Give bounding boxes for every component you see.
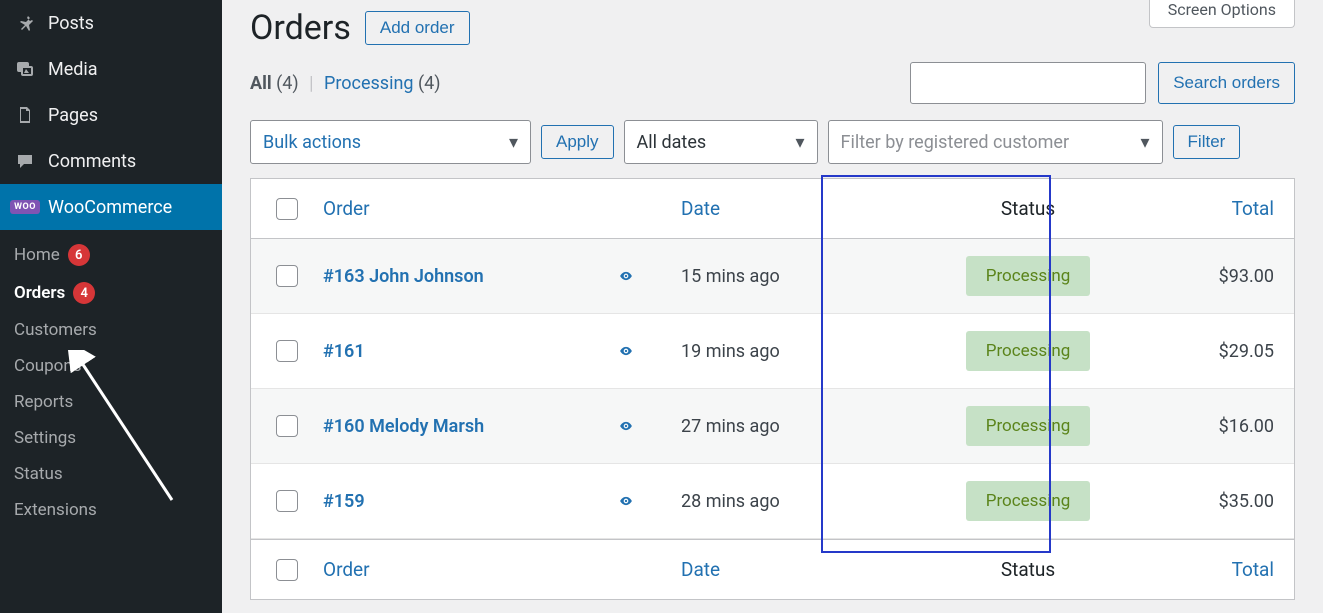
status-badge: Processing xyxy=(966,406,1091,446)
chevron-down-icon: ▾ xyxy=(795,132,804,153)
submenu-label: Status xyxy=(14,464,63,484)
submenu-label: Customers xyxy=(14,320,97,340)
search-input[interactable] xyxy=(910,62,1146,104)
submenu-label: Extensions xyxy=(14,500,97,520)
search-orders-button[interactable]: Search orders xyxy=(1158,62,1295,104)
add-order-button[interactable]: Add order xyxy=(365,11,470,45)
pages-icon xyxy=(14,104,36,126)
page-header: Orders Add order xyxy=(250,8,1295,48)
table-row: #159 28 mins ago Processing $35.00 xyxy=(251,464,1294,539)
order-date: 28 mins ago xyxy=(681,491,873,512)
table-row: #163 John Johnson 15 mins ago Processing… xyxy=(251,239,1294,314)
sidebar-label: Posts xyxy=(48,13,94,34)
sidebar-item-pages[interactable]: Pages xyxy=(0,92,222,138)
order-date: 15 mins ago xyxy=(681,266,873,287)
submenu-label: Settings xyxy=(14,428,76,448)
main-content: Screen Options Orders Add order All (4) … xyxy=(222,0,1323,613)
order-total: $93.00 xyxy=(1183,266,1294,287)
column-total[interactable]: Total xyxy=(1183,197,1294,220)
search-area: Search orders xyxy=(910,62,1295,104)
status-badge: Processing xyxy=(966,256,1091,296)
column-order[interactable]: Order xyxy=(323,558,571,581)
admin-sidebar: Posts Media Pages Comments WOO WooCommer… xyxy=(0,0,222,613)
column-status: Status xyxy=(873,197,1183,220)
submenu-item-extensions[interactable]: Extensions xyxy=(14,492,222,528)
table-row: #160 Melody Marsh 27 mins ago Processing… xyxy=(251,389,1294,464)
row-checkbox[interactable] xyxy=(276,340,298,362)
page-title: Orders xyxy=(250,8,351,48)
comment-icon xyxy=(14,150,36,172)
order-link[interactable]: #161 xyxy=(323,341,571,362)
woocommerce-submenu: Home 6 Orders 4 Customers Coupons Report… xyxy=(0,230,222,534)
select-all-footer-checkbox[interactable] xyxy=(276,559,298,581)
sidebar-label: Comments xyxy=(48,151,136,172)
column-status: Status xyxy=(873,558,1183,581)
count-badge: 4 xyxy=(73,282,95,304)
order-date: 19 mins ago xyxy=(681,341,873,362)
sidebar-item-media[interactable]: Media xyxy=(0,46,222,92)
column-total[interactable]: Total xyxy=(1183,558,1294,581)
preview-icon[interactable] xyxy=(571,344,681,358)
table-footer: Order Date Status Total xyxy=(251,539,1294,599)
screen-options-toggle[interactable]: Screen Options xyxy=(1149,0,1295,28)
order-date: 27 mins ago xyxy=(681,416,873,437)
order-link[interactable]: #159 xyxy=(323,491,571,512)
order-total: $29.05 xyxy=(1183,341,1294,362)
submenu-item-home[interactable]: Home 6 xyxy=(14,236,222,274)
pin-icon xyxy=(14,12,36,34)
order-total: $16.00 xyxy=(1183,416,1294,437)
table-header: Order Date Status Total xyxy=(251,179,1294,239)
preview-icon[interactable] xyxy=(571,419,681,433)
orders-table: Order Date Status Total #163 John Johnso… xyxy=(250,178,1295,600)
submenu-label: Coupons xyxy=(14,356,82,376)
filter-row: All (4) | Processing (4) Search orders xyxy=(250,62,1295,104)
submenu-item-orders[interactable]: Orders 4 xyxy=(14,274,222,312)
status-filter-links: All (4) | Processing (4) xyxy=(250,73,441,94)
submenu-item-settings[interactable]: Settings xyxy=(14,420,222,456)
submenu-item-customers[interactable]: Customers xyxy=(14,312,222,348)
status-filter-all[interactable]: All xyxy=(250,73,272,94)
order-link[interactable]: #163 John Johnson xyxy=(323,266,571,287)
processing-count: (4) xyxy=(418,73,441,94)
sidebar-item-comments[interactable]: Comments xyxy=(0,138,222,184)
woocommerce-icon: WOO xyxy=(14,196,36,218)
column-date[interactable]: Date xyxy=(681,558,873,581)
status-filter-processing[interactable]: Processing xyxy=(324,73,414,94)
preview-icon[interactable] xyxy=(571,269,681,283)
submenu-item-reports[interactable]: Reports xyxy=(14,384,222,420)
customer-filter-select[interactable]: Filter by registered customer ▾ xyxy=(828,120,1163,164)
order-link[interactable]: #160 Melody Marsh xyxy=(323,416,571,437)
count-badge: 6 xyxy=(68,244,90,266)
controls-row: Bulk actions ▾ Apply All dates ▾ Filter … xyxy=(250,120,1295,164)
chevron-down-icon: ▾ xyxy=(509,132,518,153)
sidebar-label: WooCommerce xyxy=(48,197,172,218)
row-checkbox[interactable] xyxy=(276,415,298,437)
table-row: #161 19 mins ago Processing $29.05 xyxy=(251,314,1294,389)
preview-icon[interactable] xyxy=(571,494,681,508)
status-badge: Processing xyxy=(966,331,1091,371)
submenu-label: Home xyxy=(14,245,60,265)
bulk-actions-select[interactable]: Bulk actions ▾ xyxy=(250,120,531,164)
select-all-checkbox[interactable] xyxy=(276,198,298,220)
sidebar-label: Media xyxy=(48,59,98,80)
apply-button[interactable]: Apply xyxy=(541,125,614,159)
status-badge: Processing xyxy=(966,481,1091,521)
order-total: $35.00 xyxy=(1183,491,1294,512)
submenu-item-coupons[interactable]: Coupons xyxy=(14,348,222,384)
chevron-down-icon: ▾ xyxy=(1140,132,1149,153)
row-checkbox[interactable] xyxy=(276,490,298,512)
sidebar-item-woocommerce[interactable]: WOO WooCommerce xyxy=(0,184,222,230)
submenu-item-status[interactable]: Status xyxy=(14,456,222,492)
submenu-label: Reports xyxy=(14,392,73,412)
sidebar-label: Pages xyxy=(48,105,98,126)
filter-button[interactable]: Filter xyxy=(1173,125,1241,159)
column-order[interactable]: Order xyxy=(323,197,571,220)
sidebar-item-posts[interactable]: Posts xyxy=(0,0,222,46)
row-checkbox[interactable] xyxy=(276,265,298,287)
date-filter-select[interactable]: All dates ▾ xyxy=(624,120,818,164)
media-icon xyxy=(14,58,36,80)
all-count: (4) xyxy=(276,73,299,94)
column-date[interactable]: Date xyxy=(681,197,873,220)
submenu-label: Orders xyxy=(14,283,65,303)
